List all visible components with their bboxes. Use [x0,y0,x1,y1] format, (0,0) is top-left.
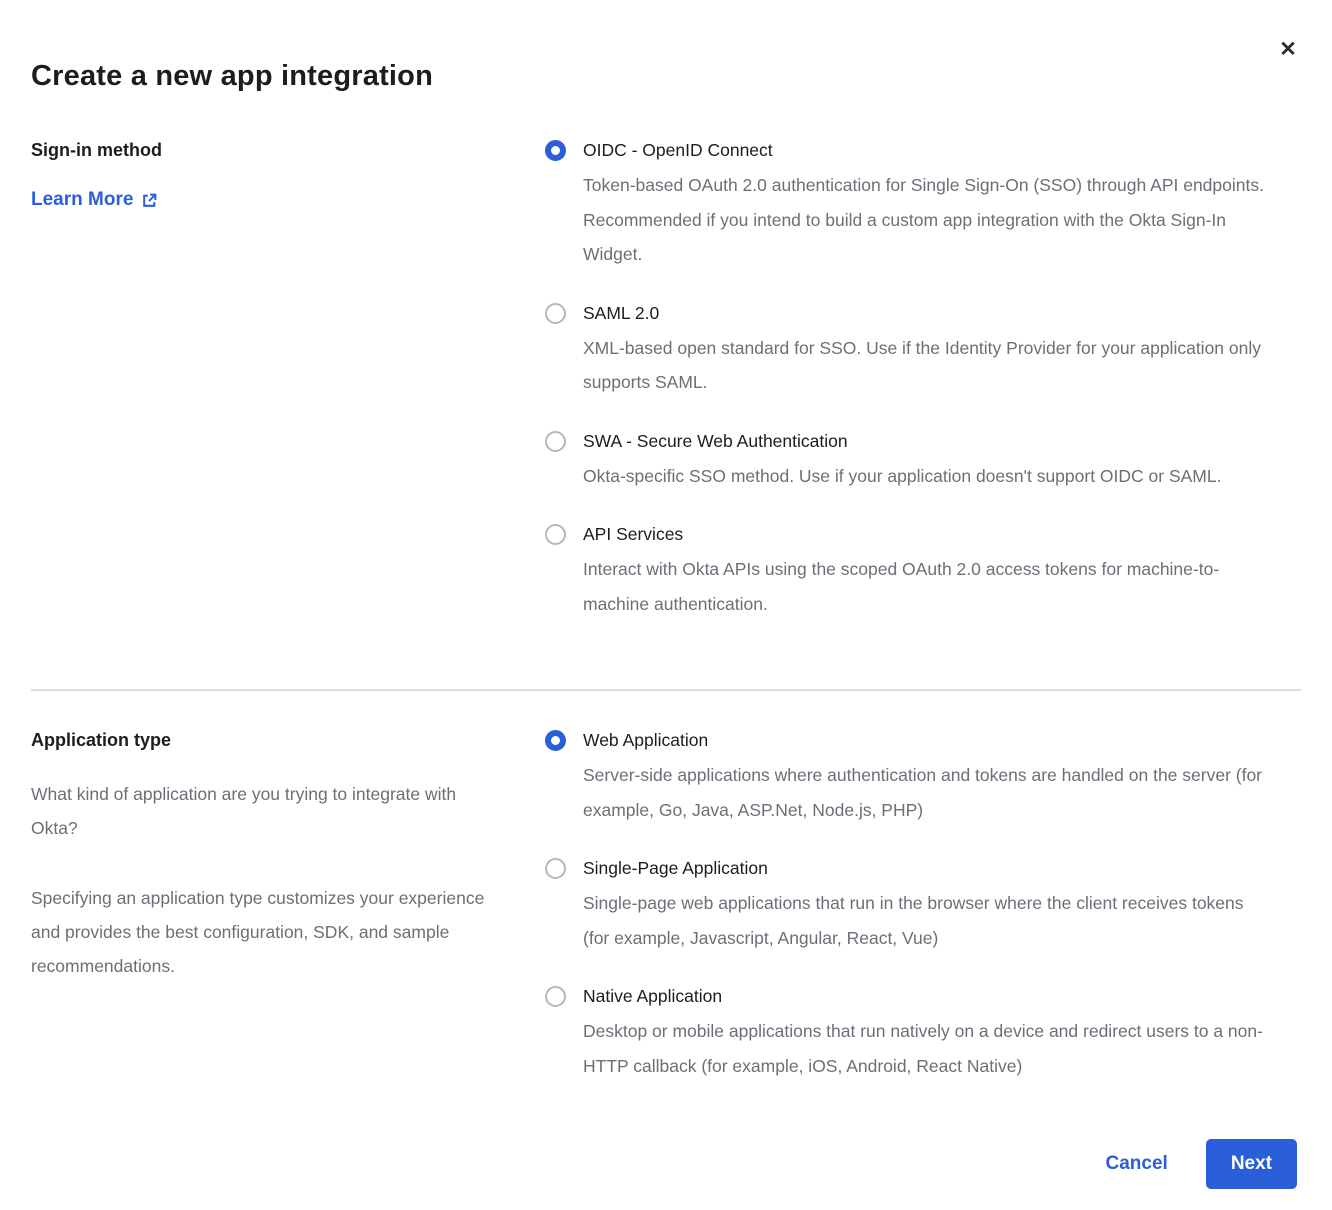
radio-button-web-application[interactable] [545,730,566,751]
radio-label-oidc[interactable]: OIDC - OpenID Connect [583,139,1268,161]
radio-description-saml: XML-based open standard for SSO. Use if … [583,331,1268,400]
signin-method-section: Sign-in method Learn More OIDC - OpenID … [31,139,1301,621]
application-type-explanation: Specifying an application type customize… [31,881,501,983]
signin-method-options: OIDC - OpenID Connect Token-based OAuth … [545,139,1268,621]
radio-option-api-services[interactable]: API Services Interact with Okta APIs usi… [545,523,1268,621]
radio-label-single-page-application[interactable]: Single-Page Application [583,857,1268,879]
radio-description-native-application: Desktop or mobile applications that run … [583,1014,1268,1083]
radio-option-saml[interactable]: SAML 2.0 XML-based open standard for SSO… [545,302,1268,400]
application-type-left-column: Application type What kind of applicatio… [31,729,545,1083]
radio-label-web-application[interactable]: Web Application [583,729,1268,751]
application-type-label: Application type [31,729,501,751]
application-type-section: Application type What kind of applicatio… [31,729,1301,1083]
signin-method-left-column: Sign-in method Learn More [31,139,545,621]
external-link-icon [141,192,158,209]
cancel-button[interactable]: Cancel [1106,1153,1168,1175]
signin-method-label: Sign-in method [31,139,501,161]
radio-button-native-application[interactable] [545,986,566,1007]
radio-option-oidc[interactable]: OIDC - OpenID Connect Token-based OAuth … [545,139,1268,272]
radio-option-web-application[interactable]: Web Application Server-side applications… [545,729,1268,827]
application-type-question: What kind of application are you trying … [31,777,501,845]
radio-option-single-page-application[interactable]: Single-Page Application Single-page web … [545,857,1268,955]
radio-label-saml[interactable]: SAML 2.0 [583,302,1268,324]
learn-more-label: Learn More [31,189,133,211]
application-type-options: Web Application Server-side applications… [545,729,1268,1083]
radio-description-api-services: Interact with Okta APIs using the scoped… [583,552,1268,621]
learn-more-link[interactable]: Learn More [31,189,158,211]
close-icon[interactable]: ✕ [1274,36,1302,64]
create-app-integration-dialog: ✕ Create a new app integration Sign-in m… [0,0,1332,1210]
radio-description-web-application: Server-side applications where authentic… [583,758,1268,827]
radio-label-native-application[interactable]: Native Application [583,985,1268,1007]
radio-option-swa[interactable]: SWA - Secure Web Authentication Okta-spe… [545,430,1268,494]
radio-option-native-application[interactable]: Native Application Desktop or mobile app… [545,985,1268,1083]
dialog-title: Create a new app integration [31,0,1301,93]
next-button[interactable]: Next [1206,1139,1297,1189]
radio-button-saml[interactable] [545,303,566,324]
radio-description-single-page-application: Single-page web applications that run in… [583,886,1268,955]
radio-description-swa: Okta-specific SSO method. Use if your ap… [583,459,1268,494]
radio-button-oidc[interactable] [545,140,566,161]
section-divider [31,689,1301,691]
radio-button-single-page-application[interactable] [545,858,566,879]
radio-button-swa[interactable] [545,431,566,452]
radio-label-api-services[interactable]: API Services [583,523,1268,545]
radio-description-oidc: Token-based OAuth 2.0 authentication for… [583,168,1268,272]
radio-label-swa[interactable]: SWA - Secure Web Authentication [583,430,1268,452]
dialog-footer: Cancel Next [31,1139,1301,1189]
radio-button-api-services[interactable] [545,524,566,545]
